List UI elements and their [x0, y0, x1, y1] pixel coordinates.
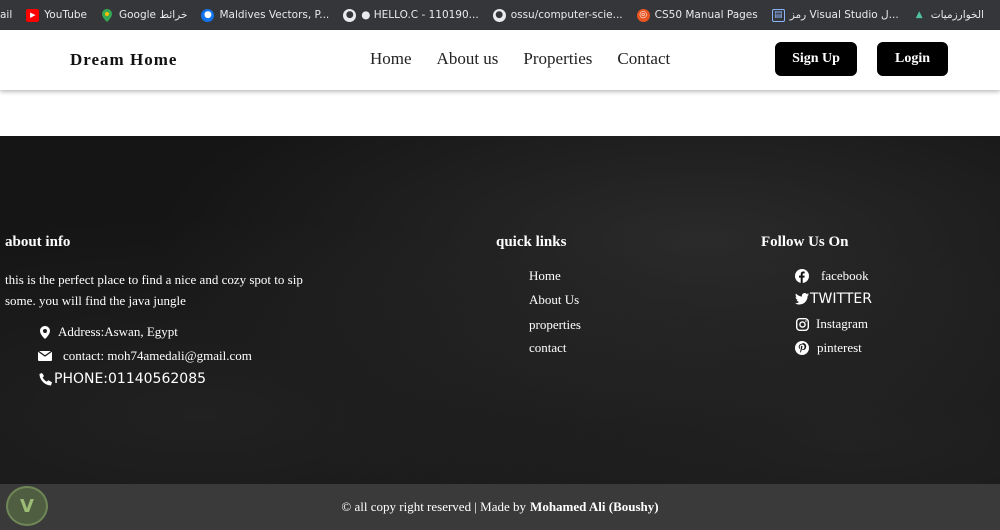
follow-us-title: Follow Us On: [761, 234, 849, 250]
bookmark-label: Google خرائط: [118, 9, 188, 21]
bookmark-visual-studio[interactable]: ▤ رمز Visual Studio ل...: [771, 8, 899, 22]
social-label: Instagram: [816, 316, 868, 331]
nav-about-us[interactable]: About us: [437, 49, 499, 69]
bookmark-algorithms[interactable]: ▲ الخوارزميات: [913, 9, 984, 22]
address-text: Address:Aswan, Egypt: [58, 324, 178, 339]
nav-home[interactable]: Home: [370, 49, 412, 69]
bookmark-freepik[interactable]: ● Maldives Vectors, P...: [201, 8, 330, 22]
freepik-icon: ●: [201, 8, 215, 22]
bookmark-label: YouTube: [44, 9, 87, 21]
nav-properties[interactable]: Properties: [523, 49, 592, 69]
bookmark-google-maps[interactable]: Google خرائط: [101, 8, 188, 22]
ubuntu-icon: ◎: [636, 8, 650, 22]
site-footer: about info this is the perfect place to …: [0, 136, 1000, 484]
phone-text: PHONE:01140562085: [54, 371, 207, 387]
twitter-icon: [795, 292, 809, 306]
facebook-icon: [795, 269, 809, 283]
site-header: Dream Home Home About us Properties Cont…: [0, 30, 1000, 90]
about-info-title: about info: [5, 234, 71, 250]
social-label: pinterest: [817, 340, 862, 355]
google-maps-icon: [101, 8, 114, 22]
bookmark-cs50[interactable]: ◎ CS50 Manual Pages: [636, 8, 758, 22]
social-instagram[interactable]: Instagram: [795, 316, 868, 332]
watermark-logo-icon: V: [6, 486, 48, 526]
social-facebook[interactable]: facebook: [795, 268, 869, 284]
quick-links-title: quick links: [496, 234, 567, 250]
github-icon: ●: [343, 8, 357, 22]
quick-link-home[interactable]: Home: [529, 268, 561, 284]
login-button[interactable]: Login: [877, 42, 948, 76]
map-pin-icon: [38, 325, 52, 339]
github-icon: ●: [492, 8, 506, 22]
address-row: Address:Aswan, Egypt: [38, 324, 178, 340]
instagram-icon: [795, 317, 809, 331]
bookmark-youtube[interactable]: ▶ YouTube: [26, 8, 87, 22]
quick-link-contact[interactable]: contact: [529, 340, 567, 356]
bookmark-label: ● HELLO.C - 110190...: [361, 9, 479, 21]
bookmark-ossu[interactable]: ● ossu/computer-scie...: [492, 8, 623, 22]
bookmark-label: ossu/computer-scie...: [510, 9, 623, 21]
phone-row: PHONE:01140562085: [38, 371, 206, 387]
algo-icon: ▲: [915, 10, 923, 20]
nav-contact[interactable]: Contact: [617, 49, 670, 69]
phone-icon: [38, 372, 52, 386]
social-label: TWITTER: [810, 291, 872, 307]
copyright-bar: © all copy right reserved | Made by Moha…: [0, 484, 1000, 530]
bookmark-label: الخوارزميات: [930, 9, 984, 21]
quick-link-about-us[interactable]: About Us: [529, 292, 579, 308]
pinterest-icon: [795, 341, 809, 355]
bookmark-label: CS50 Manual Pages: [654, 9, 758, 21]
contact-text: contact: moh74amedali@gmail.com: [63, 348, 252, 363]
copyright-author: Mohamed Ali (Boushy): [530, 499, 659, 514]
envelope-icon: [38, 351, 52, 361]
about-info-text: this is the perfect place to find a nice…: [5, 272, 303, 308]
contact-row: contact: moh74amedali@gmail.com: [38, 348, 252, 364]
quick-link-properties[interactable]: properties: [529, 317, 581, 333]
brand-logo[interactable]: Dream Home: [70, 50, 177, 70]
bookmarks-bar: ail ▶ YouTube Google خرائط ● Maldives Ve…: [0, 0, 1000, 30]
bookmark-mail[interactable]: ail: [0, 9, 12, 21]
youtube-icon: ▶: [26, 8, 40, 22]
bookmark-hello-c[interactable]: ● ● HELLO.C - 110190...: [343, 8, 479, 22]
copyright-text: © all copy right reserved | Made by: [341, 499, 527, 514]
bookmark-label: Maldives Vectors, P...: [219, 9, 330, 21]
social-pinterest[interactable]: pinterest: [795, 340, 862, 356]
social-twitter[interactable]: TWITTER: [795, 291, 872, 307]
bookmark-label: رمز Visual Studio ل...: [789, 9, 899, 21]
signup-button[interactable]: Sign Up: [775, 42, 857, 76]
main-nav: Home About us Properties Contact: [370, 49, 695, 69]
social-label: facebook: [821, 268, 869, 283]
bookmark-label: ail: [0, 9, 13, 21]
book-icon: ▤: [771, 8, 785, 22]
